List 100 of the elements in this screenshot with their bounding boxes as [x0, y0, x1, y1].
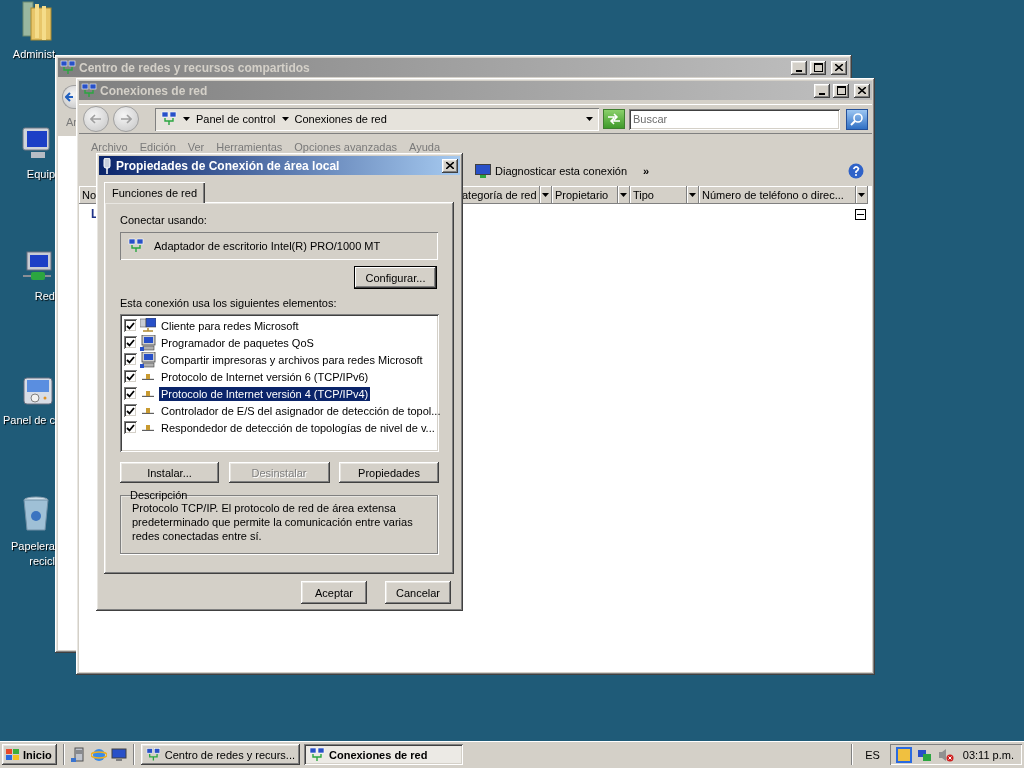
checkbox[interactable]: [124, 370, 137, 383]
action-button: Desinstalar: [228, 462, 330, 483]
list-item[interactable]: Programador de paquetes QoS: [159, 335, 316, 350]
column-dropdown[interactable]: [618, 186, 630, 204]
forward-arrow-icon: [120, 114, 132, 124]
caret-icon: [183, 117, 190, 121]
network-computers-icon: [140, 317, 156, 334]
desktop-icon[interactable]: [111, 746, 127, 763]
adapter-icon: [101, 157, 113, 174]
address-bar[interactable]: Panel de control Conexiones de red: [155, 107, 599, 131]
computer-icon: [140, 351, 156, 368]
network-window-icon: [60, 59, 76, 76]
caret-icon: [689, 192, 696, 197]
close-icon: [446, 162, 454, 169]
protocol-icon: [142, 390, 154, 397]
protocol-icon: [142, 424, 154, 431]
search-button[interactable]: [846, 108, 868, 130]
close-button[interactable]: [854, 83, 870, 98]
maximize-icon: [813, 63, 823, 72]
action-button[interactable]: Instalar...: [120, 462, 219, 483]
desktop-icon-label: Papelera: [10, 540, 55, 553]
breadcrumb-item[interactable]: Panel de control: [196, 113, 276, 125]
help-icon[interactable]: [848, 163, 864, 179]
close-icon: [858, 87, 866, 94]
more-button[interactable]: »: [641, 165, 652, 177]
checkbox[interactable]: [124, 421, 137, 434]
refresh-button[interactable]: [603, 109, 625, 129]
caret-icon: [620, 192, 627, 197]
minimize-button[interactable]: [791, 60, 807, 75]
network-task-icon: [146, 746, 161, 763]
list-item[interactable]: Controlador de E/S del asignador de detección de topol...: [159, 403, 443, 418]
adapter-name: Adaptador de escritorio Intel(R) PRO/1000 MT: [154, 240, 381, 252]
taskbar-button[interactable]: Conexiones de red: [304, 744, 463, 765]
language-indicator[interactable]: ES: [859, 748, 886, 761]
checkbox[interactable]: [124, 387, 137, 400]
dropdown-icon: [586, 117, 593, 121]
configure-button[interactable]: Configurar...: [354, 266, 437, 289]
minimize-icon: [819, 92, 825, 95]
dialog-button[interactable]: Cancelar: [385, 581, 451, 604]
folder-icon[interactable]: [21, 0, 53, 42]
close-button[interactable]: [831, 60, 847, 75]
action-button[interactable]: Propiedades: [339, 462, 439, 483]
desktop-icon-label: Panel de c: [3, 414, 55, 427]
column-dropdown[interactable]: [687, 186, 699, 204]
protocol-icon: [142, 407, 154, 414]
column-dropdown[interactable]: [856, 186, 868, 204]
maximize-button[interactable]: [833, 83, 849, 98]
field-label: Conectar usando:: [120, 214, 208, 226]
caret-icon: [542, 192, 549, 197]
checkbox[interactable]: [124, 336, 137, 349]
folder-network-icon: [161, 111, 177, 127]
list-item[interactable]: Protocolo de Internet versión 4 (TCP/IPv4): [159, 386, 371, 401]
taskbar-button[interactable]: Centro de redes y recurs...: [141, 744, 300, 765]
desktop-icon-label: Equip: [26, 168, 55, 181]
column-dropdown[interactable]: [540, 186, 552, 204]
search-field[interactable]: Buscar: [629, 108, 840, 130]
minimize-icon: [796, 69, 802, 72]
protocol-icon: [142, 373, 154, 380]
list-item[interactable]: Respondedor de detección de topologías de nivel de v...: [159, 420, 437, 435]
refresh-icon: [607, 113, 621, 125]
network-window-icon: [81, 82, 97, 99]
column-header[interactable]: Propietario: [552, 186, 618, 204]
minimize-button[interactable]: [814, 83, 830, 98]
computer-icon: [140, 334, 156, 351]
collapse-icon[interactable]: [855, 208, 866, 220]
breadcrumb-item[interactable]: Conexiones de red: [294, 113, 387, 125]
window-title: Conexiones de red: [100, 83, 209, 98]
list-item[interactable]: Protocolo de Internet versión 6 (TCP/IPv6): [159, 369, 371, 384]
start-button[interactable]: Inicio: [2, 744, 57, 765]
tab[interactable]: Funciones de red: [104, 182, 205, 203]
maximize-button[interactable]: [810, 60, 826, 75]
checkbox[interactable]: [124, 404, 137, 417]
list-item[interactable]: Compartir impresoras y archivos para redes Microsoft: [159, 352, 425, 367]
search-icon: [850, 112, 864, 126]
clock: 03:11 p.m.: [962, 748, 1014, 761]
description-text: Protocolo TCP/IP. El protocolo de red de área extensa predeterminado que permite la comunicación entre varias redes conectadas entre sí.: [132, 501, 414, 543]
maximize-icon: [836, 86, 846, 95]
back-button[interactable]: [62, 85, 76, 109]
caret-icon: [281, 117, 289, 121]
close-button[interactable]: [442, 158, 458, 173]
monitor-icon: [475, 164, 491, 178]
desktop-icon-label: Administ: [12, 48, 55, 61]
checkbox[interactable]: [124, 319, 137, 332]
network-task-icon: [309, 746, 325, 763]
back-arrow-icon: [90, 114, 102, 124]
caret-icon: [858, 192, 865, 197]
toolbar-button[interactable]: Diagnosticar esta conexión: [473, 162, 630, 180]
back-arrow-icon: [65, 92, 73, 102]
close-icon: [835, 64, 843, 71]
recycle-bin-icon[interactable]: [21, 494, 51, 534]
window-title: Propiedades de Conexión de área local: [116, 158, 341, 173]
checkbox[interactable]: [124, 353, 137, 366]
column-header[interactable]: Número de teléfono o direc...: [699, 186, 856, 204]
server-icon[interactable]: [71, 746, 87, 763]
desktop-icon-label: recicl: [29, 555, 55, 568]
list-item[interactable]: Cliente para redes Microsoft: [159, 318, 301, 333]
network-adapter-icon: [128, 238, 144, 254]
dialog-button[interactable]: Aceptar: [301, 581, 367, 604]
muted-speaker-icon[interactable]: [937, 746, 954, 763]
column-header[interactable]: Tipo: [630, 186, 687, 204]
